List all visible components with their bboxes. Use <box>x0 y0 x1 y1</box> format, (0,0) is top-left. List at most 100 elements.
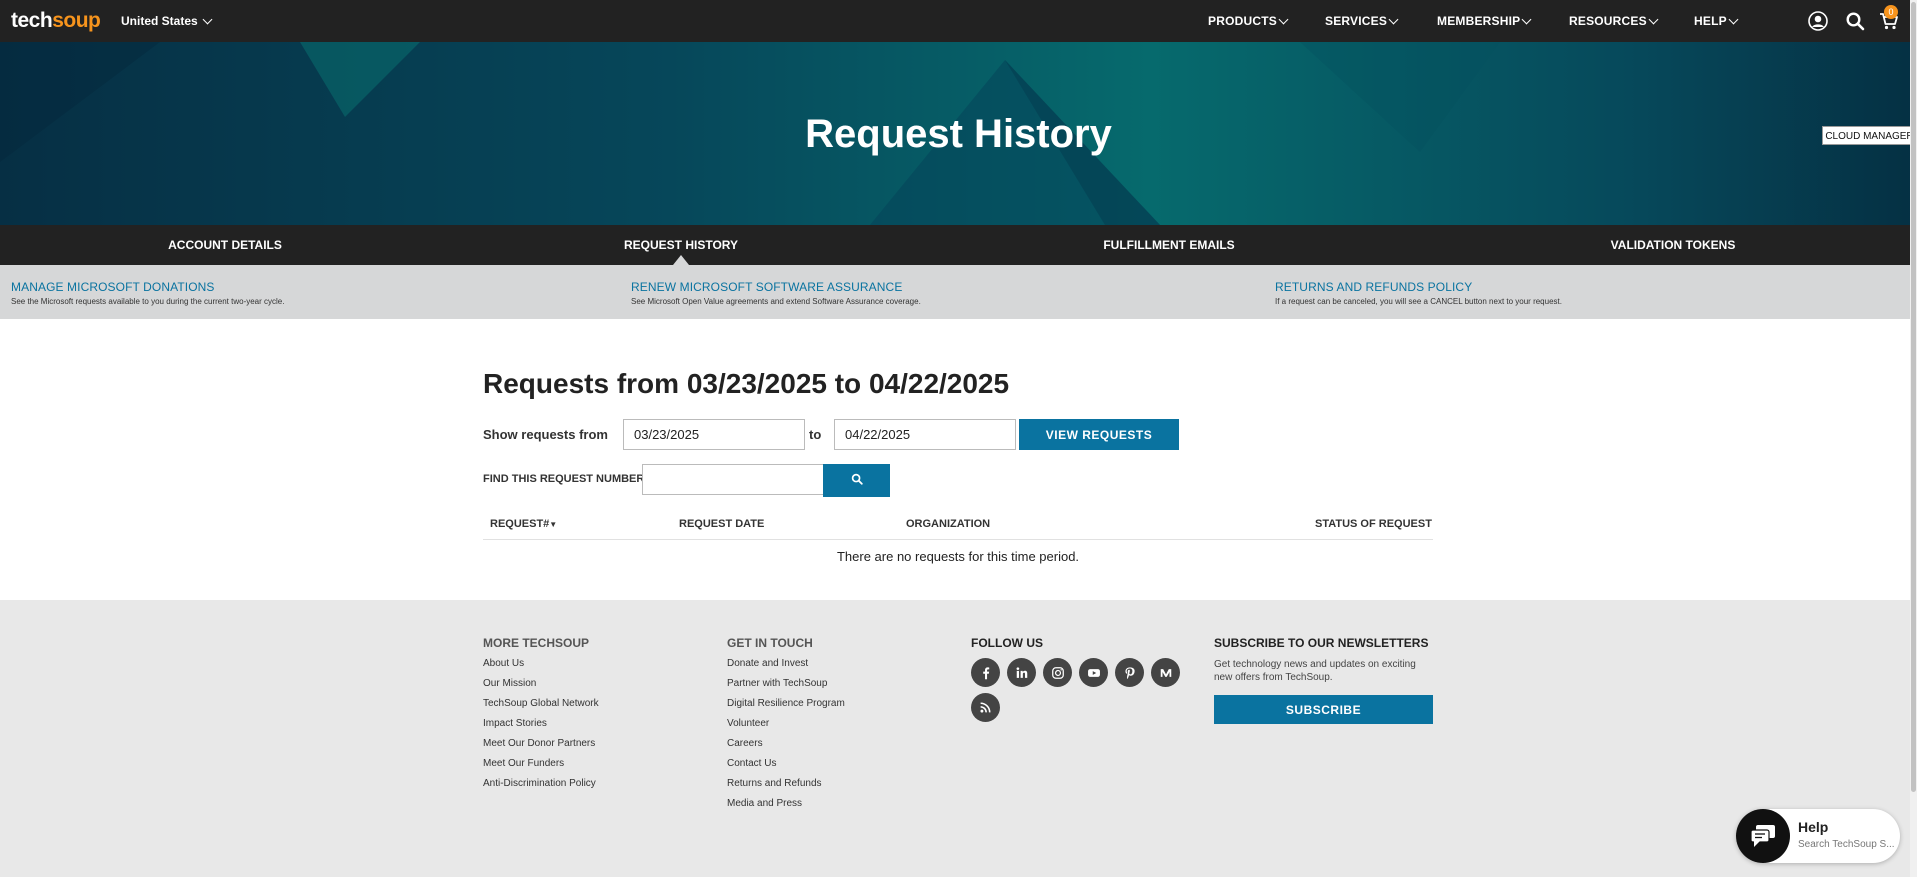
menu-membership[interactable]: MEMBERSHIP <box>1437 14 1532 28</box>
footer-heading: FOLLOW US <box>971 636 1043 650</box>
tab-request-history[interactable]: REQUEST HISTORY <box>624 238 738 252</box>
menu-products[interactable]: PRODUCTS <box>1208 14 1289 28</box>
chevron-down-icon <box>1278 14 1289 24</box>
country-selector[interactable]: United States <box>121 14 213 28</box>
footer-col-more-techsoup: MORE TECHSOUP About Us Our Mission TechS… <box>483 636 599 798</box>
cloud-manager-button[interactable]: CLOUD MANAGER <box>1822 126 1917 145</box>
from-date-input[interactable] <box>623 419 805 450</box>
help-subtitle: Search TechSoup S... <box>1798 839 1895 850</box>
newsletter-description: Get technology news and updates on excit… <box>1214 659 1416 683</box>
view-requests-button[interactable]: VIEW REQUESTS <box>1019 419 1179 450</box>
techsoup-logo[interactable]: techsoup <box>11 9 101 33</box>
chevron-down-icon <box>1388 14 1399 24</box>
menu-resources-label: RESOURCES <box>1569 14 1647 28</box>
youtube-icon[interactable] <box>1079 658 1108 687</box>
footer-link-anti-discrimination[interactable]: Anti-Discrimination Policy <box>483 778 599 789</box>
to-date-input[interactable] <box>834 419 1016 450</box>
chevron-down-icon <box>1728 14 1739 24</box>
menu-products-label: PRODUCTS <box>1208 14 1277 28</box>
returns-refunds-policy-link[interactable]: RETURNS AND REFUNDS POLICY <box>1275 280 1562 294</box>
footer-link-media-press[interactable]: Media and Press <box>727 798 845 809</box>
info-description: See Microsoft Open Value agreements and … <box>631 297 921 306</box>
scrollbar-thumb[interactable] <box>1911 2 1916 792</box>
column-header-status: STATUS OF REQUEST <box>1315 518 1432 530</box>
user-icon[interactable] <box>1808 11 1828 31</box>
footer-link-about-us[interactable]: About Us <box>483 658 599 669</box>
column-header-label: REQUEST# <box>490 518 550 530</box>
sort-caret-icon: ▼ <box>549 520 558 529</box>
footer-link-returns-refunds[interactable]: Returns and Refunds <box>727 778 845 789</box>
top-navigation: techsoup United States PRODUCTS SERVICES… <box>0 0 1917 42</box>
show-requests-label: Show requests from <box>483 427 608 442</box>
request-number-input[interactable] <box>642 464 824 495</box>
column-header-request-number[interactable]: REQUEST#▼ <box>490 518 557 530</box>
facebook-icon[interactable] <box>971 658 1000 687</box>
footer-link-contact-us[interactable]: Contact Us <box>727 758 845 769</box>
social-icons <box>971 658 1201 722</box>
footer-heading: GET IN TOUCH <box>727 636 813 650</box>
info-item-software-assurance: RENEW MICROSOFT SOFTWARE ASSURANCE See M… <box>631 280 921 306</box>
manage-microsoft-donations-link[interactable]: MANAGE MICROSOFT DONATIONS <box>11 280 284 294</box>
column-header-request-date: REQUEST DATE <box>679 518 765 530</box>
footer-link-impact-stories[interactable]: Impact Stories <box>483 718 599 729</box>
search-icon[interactable] <box>1845 11 1865 31</box>
footer-link-global-network[interactable]: TechSoup Global Network <box>483 698 599 709</box>
country-label: United States <box>121 14 198 28</box>
menu-help-label: HELP <box>1694 14 1727 28</box>
footer-link-donor-partners[interactable]: Meet Our Donor Partners <box>483 738 599 749</box>
find-request-label: FIND THIS REQUEST NUMBER <box>483 473 645 485</box>
page-title: Request History <box>805 112 1112 156</box>
footer-heading: SUBSCRIBE TO OUR NEWSLETTERS <box>1214 636 1429 650</box>
tab-account-details[interactable]: ACCOUNT DETAILS <box>168 238 282 252</box>
subscribe-button[interactable]: SUBSCRIBE <box>1214 695 1433 724</box>
menu-services[interactable]: SERVICES <box>1325 14 1399 28</box>
hero-banner: Request History CLOUD MANAGER <box>0 42 1917 225</box>
instagram-icon[interactable] <box>1043 658 1072 687</box>
to-label: to <box>809 427 822 442</box>
footer-link-donate-invest[interactable]: Donate and Invest <box>727 658 845 669</box>
footer-col-newsletter: SUBSCRIBE TO OUR NEWSLETTERS Get technol… <box>1214 636 1433 724</box>
info-strip: MANAGE MICROSOFT DONATIONS See the Micro… <box>0 265 1917 319</box>
table-divider <box>483 539 1433 540</box>
renew-software-assurance-link[interactable]: RENEW MICROSOFT SOFTWARE ASSURANCE <box>631 280 921 294</box>
cart-count-badge: 0 <box>1884 5 1898 19</box>
tab-validation-tokens[interactable]: VALIDATION TOKENS <box>1611 238 1736 252</box>
linkedin-icon[interactable] <box>1007 658 1036 687</box>
info-description: See the Microsoft requests available to … <box>11 297 285 306</box>
footer-link-careers[interactable]: Careers <box>727 738 845 749</box>
search-icon <box>851 473 863 485</box>
requests-heading: Requests from 03/23/2025 to 04/22/2025 <box>483 368 1010 399</box>
menu-help[interactable]: HELP <box>1694 14 1739 28</box>
column-header-organization: ORGANIZATION <box>906 518 991 530</box>
medium-icon[interactable] <box>1151 658 1180 687</box>
menu-resources[interactable]: RESOURCES <box>1569 14 1659 28</box>
footer-link-volunteer[interactable]: Volunteer <box>727 718 845 729</box>
rss-icon[interactable] <box>971 693 1000 722</box>
footer-link-partner[interactable]: Partner with TechSoup <box>727 678 845 689</box>
info-description: If a request can be canceled, you will s… <box>1275 297 1562 306</box>
info-item-microsoft-donations: MANAGE MICROSOFT DONATIONS See the Micro… <box>11 280 284 306</box>
chevron-down-icon <box>1648 14 1659 24</box>
logo-text-soup: soup <box>52 9 101 32</box>
menu-membership-label: MEMBERSHIP <box>1437 14 1521 28</box>
chat-bubble-icon <box>1736 809 1790 863</box>
empty-table-message: There are no requests for this time peri… <box>836 549 1080 564</box>
footer-link-funders[interactable]: Meet Our Funders <box>483 758 599 769</box>
footer-heading: MORE TECHSOUP <box>483 636 590 650</box>
footer-col-follow-us: FOLLOW US <box>971 636 1201 722</box>
footer-link-digital-resilience[interactable]: Digital Resilience Program <box>727 698 845 709</box>
tab-fulfillment-emails[interactable]: FULFILLMENT EMAILS <box>1103 238 1234 252</box>
help-chat-widget[interactable]: Help Search TechSoup S... <box>1736 809 1900 863</box>
footer-col-get-in-touch: GET IN TOUCH Donate and Invest Partner w… <box>727 636 845 818</box>
help-title: Help <box>1798 819 1829 835</box>
footer: MORE TECHSOUP About Us Our Mission TechS… <box>0 600 1917 877</box>
pinterest-icon[interactable] <box>1115 658 1144 687</box>
logo-text-tech: tech <box>11 9 53 32</box>
find-request-button[interactable] <box>823 464 890 497</box>
chevron-down-icon <box>1521 14 1532 24</box>
footer-link-our-mission[interactable]: Our Mission <box>483 678 599 689</box>
menu-services-label: SERVICES <box>1325 14 1388 28</box>
account-tabs: ACCOUNT DETAILS REQUEST HISTORY FULFILLM… <box>0 225 1917 265</box>
chevron-down-icon <box>202 14 213 24</box>
info-item-returns-policy: RETURNS AND REFUNDS POLICY If a request … <box>1275 280 1562 306</box>
